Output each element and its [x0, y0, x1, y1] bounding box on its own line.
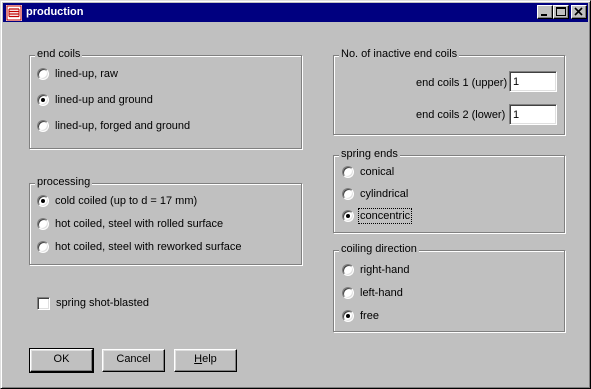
minimize-button[interactable]	[537, 5, 553, 19]
ok-button-label: OK	[53, 353, 70, 365]
coiling-direction-radio-right[interactable]	[342, 264, 354, 276]
end-coils-radio-ground[interactable]	[37, 94, 49, 106]
processing-radio-hot-reworked[interactable]	[37, 241, 49, 253]
title-bar[interactable]: production	[3, 3, 588, 22]
help-button-label: Help	[194, 353, 217, 365]
inactive-end-coils-group-title: No. of inactive end coils	[339, 48, 460, 60]
end-coils-lower-input[interactable]	[509, 104, 557, 125]
end-coils-label-raw: lined-up, raw	[55, 68, 118, 80]
maximize-button[interactable]	[553, 5, 569, 19]
window-title: production	[26, 6, 84, 18]
coiling-direction-label-free: free	[360, 310, 379, 322]
spring-ends-group-title: spring ends	[339, 148, 400, 160]
maximize-icon	[556, 7, 566, 16]
coiling-direction-radio-free[interactable]	[342, 310, 354, 322]
coiling-direction-label-left: left-hand	[360, 287, 403, 299]
coiling-direction-radio-left[interactable]	[342, 287, 354, 299]
spring-ends-label-conical: conical	[360, 166, 395, 178]
spring-ends-label-cylindrical: cylindrical	[360, 188, 409, 200]
processing-group-title: processing	[35, 176, 93, 188]
processing-radio-cold[interactable]	[37, 195, 49, 207]
spring-ends-label-concentric: concentric	[357, 208, 413, 224]
cancel-button-label: Cancel	[116, 353, 151, 365]
cancel-button[interactable]: Cancel	[102, 349, 165, 372]
end-coils-label-ground: lined-up and ground	[55, 94, 153, 106]
shot-blasted-label: spring shot-blasted	[56, 297, 149, 309]
processing-label-cold: cold coiled (up to d = 17 mm)	[55, 195, 198, 207]
ok-button[interactable]: OK	[29, 348, 94, 373]
end-coils-upper-input[interactable]	[509, 71, 557, 92]
end-coils-group-title: end coils	[35, 48, 83, 60]
dialog-window: production end coils lined-up, raw lined…	[0, 0, 591, 389]
processing-radio-hot-rolled[interactable]	[37, 218, 49, 230]
close-icon	[574, 7, 583, 16]
coiling-direction-group-title: coiling direction	[339, 243, 419, 255]
close-button[interactable]	[571, 5, 587, 19]
minimize-icon	[541, 14, 547, 16]
spring-ends-radio-conical[interactable]	[342, 166, 354, 178]
processing-label-hot-rolled: hot coiled, steel with rolled surface	[55, 218, 224, 230]
end-coils-radio-forged[interactable]	[37, 120, 49, 132]
processing-label-hot-reworked: hot coiled, steel with reworked surface	[55, 241, 242, 253]
spring-ends-radio-concentric[interactable]	[342, 210, 354, 222]
end-coils-radio-raw[interactable]	[37, 68, 49, 80]
app-spring-icon	[6, 5, 22, 21]
end-coils-upper-label: end coils 1 (upper)	[416, 77, 508, 89]
coiling-direction-label-right: right-hand	[360, 264, 410, 276]
shot-blasted-checkbox[interactable]	[37, 297, 50, 310]
end-coils-label-forged: lined-up, forged and ground	[55, 120, 191, 132]
end-coils-lower-label: end coils 2 (lower)	[416, 109, 506, 121]
help-button[interactable]: Help	[174, 349, 237, 372]
spring-ends-radio-cylindrical[interactable]	[342, 188, 354, 200]
